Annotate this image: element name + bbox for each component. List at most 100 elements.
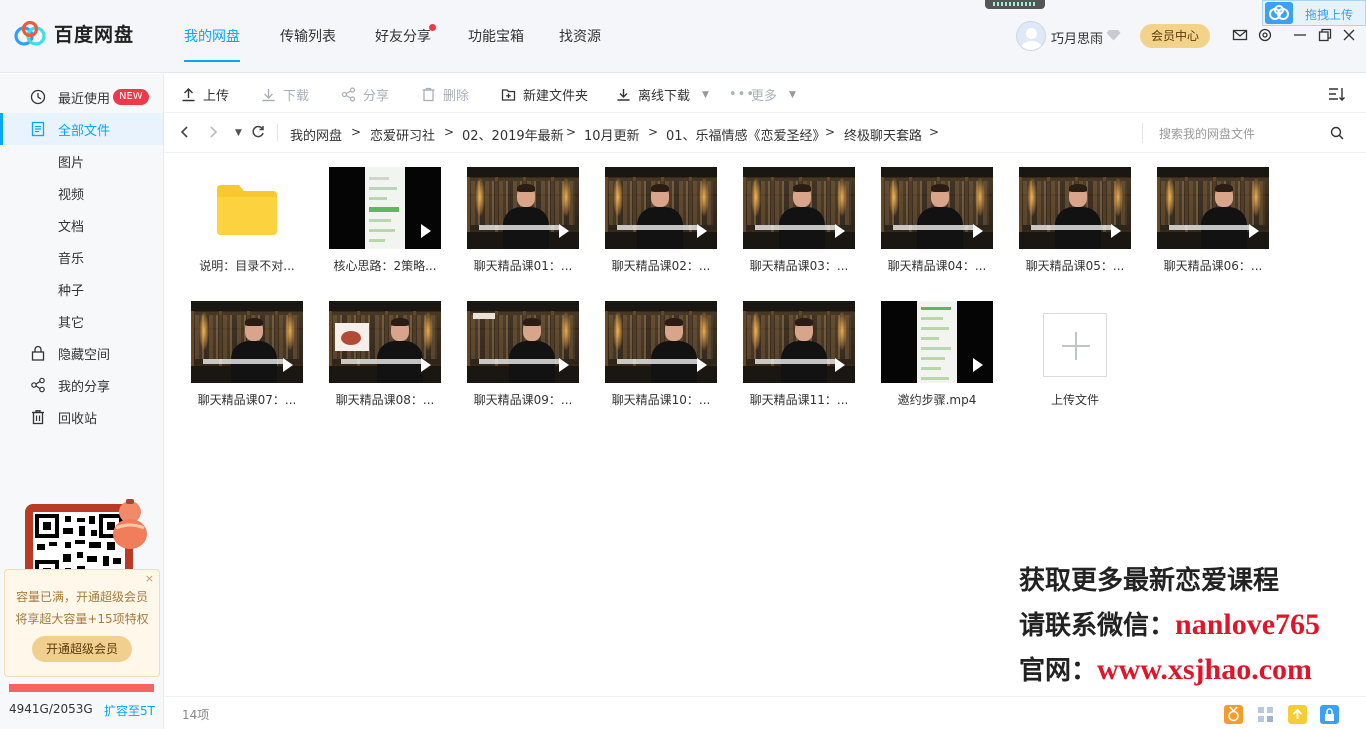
sidebar-item-images[interactable]: 图片 — [0, 145, 163, 177]
diamond-icon — [1106, 30, 1121, 41]
file-tile-video[interactable]: 聊天精品课07：... — [183, 301, 311, 426]
file-tile-video[interactable]: 聊天精品课06：... — [1149, 167, 1277, 292]
sidebar-item-videos[interactable]: 视频 — [0, 177, 163, 209]
watermark-key: 请联系微信： — [1019, 611, 1176, 641]
sort-icon[interactable] — [1328, 86, 1346, 102]
drag-upload-button[interactable]: 拖拽上传 — [1262, 0, 1366, 26]
tab-toolbox[interactable]: 功能宝箱 — [468, 26, 524, 46]
more-button[interactable]: ••• 更多 ▼ — [729, 85, 796, 104]
delete-button[interactable]: 删除 — [421, 85, 469, 104]
grid-view-icon[interactable] — [1256, 705, 1275, 724]
video-thumbnail — [743, 301, 855, 383]
breadcrumb-item[interactable]: 10月更新 — [584, 125, 640, 144]
new-folder-label: 新建文件夹 — [523, 89, 589, 104]
sidebar-item-recycle-bin[interactable]: 回收站 — [0, 401, 163, 433]
tab-friend-share[interactable]: 好友分享 — [375, 26, 431, 46]
download-button[interactable]: 下载 — [261, 85, 309, 104]
sidebar-item-hidden-space[interactable]: 隐藏空间 — [0, 337, 163, 369]
top-bar: 百度网盘 我的网盘 传输列表 好友分享 功能宝箱 找资源 巧月思雨 会员中心 拖… — [0, 0, 1366, 73]
forward-icon[interactable] — [207, 125, 219, 143]
file-tile-video[interactable]: 聊天精品课09：... — [459, 301, 587, 426]
search-input[interactable] — [1159, 123, 1319, 145]
share-button[interactable]: 分享 — [341, 85, 389, 104]
sidebar-item-label: 视频 — [58, 187, 85, 203]
tab-transfer-list[interactable]: 传输列表 — [280, 26, 336, 46]
download-label: 下载 — [283, 89, 310, 104]
sidebar-item-other[interactable]: 其它 — [0, 305, 163, 337]
chat-screenshot — [365, 167, 405, 249]
file-name: 聊天精品课05：... — [1025, 259, 1125, 273]
breadcrumb-item-current[interactable]: 终极聊天套路 — [844, 125, 922, 144]
file-tile-video[interactable]: 邀约步骤.mp4 — [873, 301, 1001, 426]
close-icon[interactable] — [1341, 27, 1357, 43]
sidebar-item-all-files[interactable]: 全部文件 — [0, 113, 163, 145]
offline-download-button[interactable]: 离线下载 ▼ — [616, 85, 709, 104]
breadcrumb-item[interactable]: 01、乐福情感《恋爱圣经》 — [666, 125, 826, 144]
file-tile-video[interactable]: 聊天精品课02：... — [597, 167, 725, 292]
username[interactable]: 巧月思雨 — [1051, 28, 1103, 47]
new-folder-button[interactable]: 新建文件夹 — [501, 85, 588, 104]
file-tile-video[interactable]: 聊天精品课01：... — [459, 167, 587, 292]
file-tile-video[interactable]: 聊天精品课03：... — [735, 167, 863, 292]
file-tile-video[interactable]: 聊天精品课08：... — [321, 301, 449, 426]
upload-arrow-icon[interactable] — [1288, 705, 1307, 724]
window-notch — [985, 0, 1045, 9]
more-label: 更多 — [751, 89, 778, 104]
search-icon[interactable] — [1330, 126, 1344, 140]
restore-icon[interactable] — [1317, 27, 1333, 43]
watermark-line-1: 获取更多最新恋爱课程 — [1019, 560, 1279, 597]
chevron-down-icon[interactable]: ▼ — [702, 90, 709, 100]
storage-quota-text: 4941G/2053G — [9, 702, 93, 716]
watermark-text: 获取更多最新恋爱课程 — [1019, 566, 1280, 596]
sidebar-item-music[interactable]: 音乐 — [0, 241, 163, 273]
file-tile-video[interactable]: 聊天精品课11：... — [735, 301, 863, 426]
mail-icon[interactable] — [1232, 27, 1248, 43]
minimize-icon[interactable] — [1292, 27, 1308, 43]
breadcrumb-item[interactable]: 恋爱研习社 — [370, 125, 435, 144]
file-name: 聊天精品课06：... — [1163, 259, 1263, 273]
file-tile-video[interactable]: 聊天精品课04：... — [873, 167, 1001, 292]
offline-download-icon — [617, 89, 630, 101]
vip-center-button[interactable]: 会员中心 — [1140, 24, 1210, 48]
sidebar-item-my-shares[interactable]: 我的分享 — [0, 369, 163, 401]
refresh-icon[interactable] — [251, 125, 265, 143]
file-tile-video[interactable]: 聊天精品课05：... — [1011, 167, 1139, 292]
video-thumbnail — [605, 301, 717, 383]
file-tile-video[interactable]: 聊天精品课10：... — [597, 301, 725, 426]
breadcrumb-item[interactable]: 02、2019年最新 — [462, 125, 564, 144]
sidebar-item-documents[interactable]: 文档 — [0, 209, 163, 241]
more-dots-icon: ••• — [729, 87, 756, 102]
settings-icon[interactable] — [1257, 27, 1273, 43]
sidebar-item-recent[interactable]: 最近使用 NEW — [0, 81, 163, 113]
file-name: 说明：目录不对... — [199, 259, 295, 273]
tab-my-netdisk[interactable]: 我的网盘 — [184, 26, 240, 46]
history-dropdown-icon[interactable]: ▼ — [235, 128, 242, 138]
breadcrumb-item[interactable]: 我的网盘 — [290, 125, 342, 144]
upload-file-tile[interactable]: 上传文件 — [1011, 301, 1139, 426]
sidebar-item-label: 图片 — [58, 155, 85, 171]
sidebar-item-torrents[interactable]: 种子 — [0, 273, 163, 305]
app-logo: 百度网盘 — [14, 20, 134, 47]
avatar[interactable] — [1016, 21, 1046, 51]
upgrade-promo: × 容量已满，开通超级会员 将享超大容量+15项特权 开通超级会员 — [4, 569, 160, 677]
medal-icon[interactable] — [1224, 705, 1243, 724]
watermark-line-2: 请联系微信：nanlove765 — [1019, 605, 1320, 642]
file-name: 聊天精品课03：... — [749, 259, 849, 273]
baidu-netdisk-window: 百度网盘 我的网盘 传输列表 好友分享 功能宝箱 找资源 巧月思雨 会员中心 拖… — [0, 0, 1366, 729]
share-label: 分享 — [363, 89, 390, 104]
expand-storage-link[interactable]: 扩容至5T — [104, 702, 155, 719]
back-icon[interactable] — [179, 125, 191, 143]
file-tile-video[interactable]: 核心思路：2策略... — [321, 167, 449, 292]
upload-button[interactable]: 上传 — [181, 85, 229, 104]
lock-icon[interactable] — [1320, 705, 1339, 724]
play-icon — [1249, 224, 1259, 238]
promo-line-1: 容量已满，开通超级会员 — [15, 590, 148, 604]
file-name: 聊天精品课08：... — [335, 393, 435, 407]
share-icon — [341, 87, 356, 102]
promo-close-icon[interactable]: × — [145, 572, 154, 585]
file-tile-folder[interactable]: 说明：目录不对... — [183, 167, 311, 292]
open-super-vip-button[interactable]: 开通超级会员 — [32, 636, 132, 662]
tab-find-resources[interactable]: 找资源 — [559, 26, 601, 46]
chevron-down-icon[interactable]: ▼ — [789, 90, 796, 100]
breadcrumb-separator: > — [351, 125, 362, 139]
